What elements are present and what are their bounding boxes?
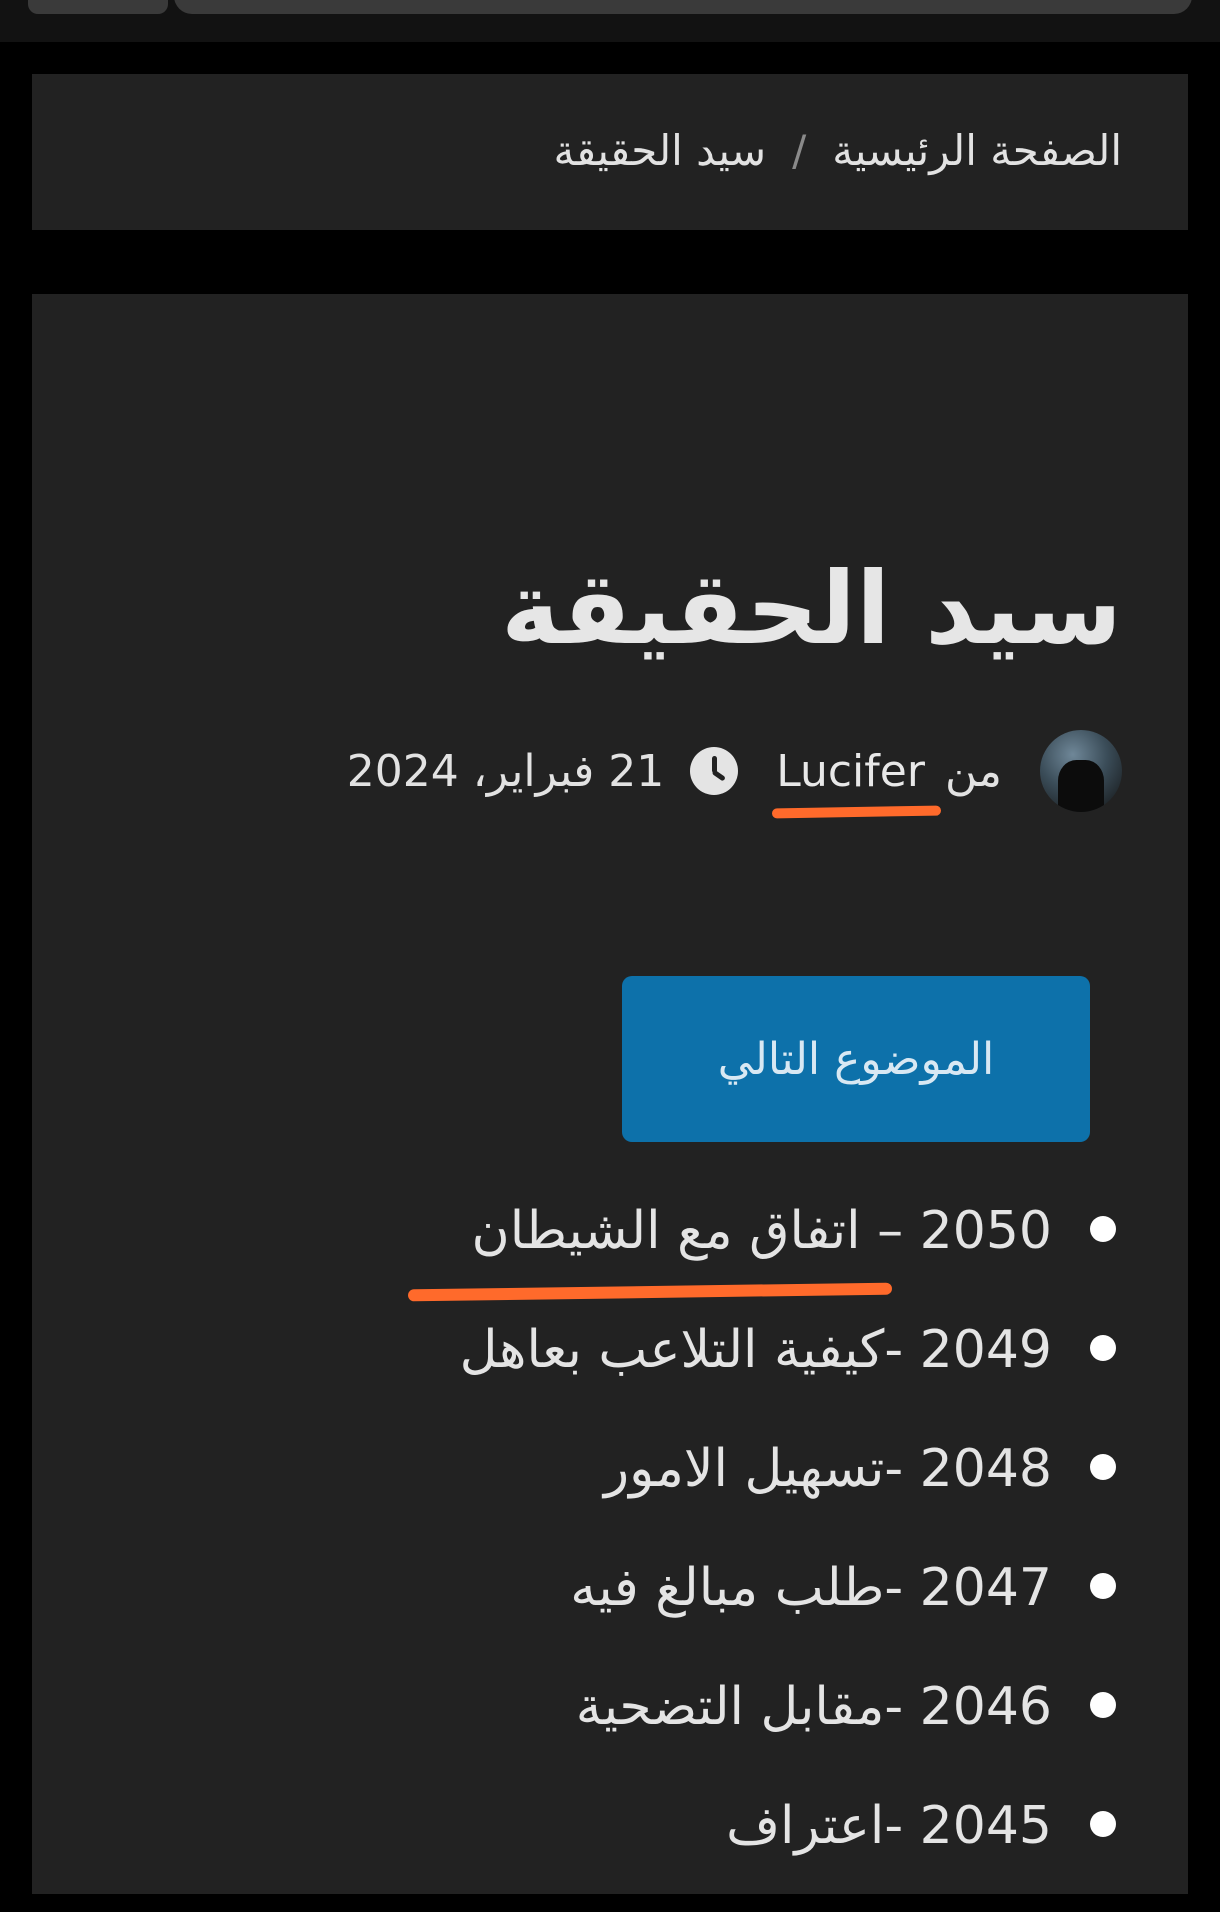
list-item: 2045 -اعتراف xyxy=(460,1793,1116,1912)
post-meta: من Lucifer 21 فبراير، 2024 xyxy=(346,730,1122,818)
post-date: 21 فبراير، 2024 xyxy=(346,745,665,797)
bullet-icon xyxy=(1090,1811,1116,1837)
topic-list: 2050 – اتفاق مع الشيطان 2049 -كيفية التل… xyxy=(407,1198,1116,1912)
topic-link-2047[interactable]: 2047 -طلب مبالغ فيه xyxy=(570,1555,1052,1621)
breadcrumb: الصفحة الرئيسية / سيد الحقيقة xyxy=(554,122,1122,180)
author-link[interactable]: Lucifer xyxy=(772,745,942,818)
post-content: سيد الحقيقة من Lucifer 21 فبراير، 2024 ا… xyxy=(32,294,1188,1894)
breadcrumb-home-link[interactable]: الصفحة الرئيسية xyxy=(832,126,1122,175)
bullet-icon xyxy=(1090,1454,1116,1480)
topic-link-2048[interactable]: 2048 -تسهيل الامور xyxy=(604,1436,1052,1502)
bullet-icon xyxy=(1090,1216,1116,1242)
topic-link-label: 2050 – اتفاق مع الشيطان xyxy=(471,1201,1052,1261)
bullet-icon xyxy=(1090,1335,1116,1361)
next-topic-button[interactable]: الموضوع التالي xyxy=(622,976,1090,1142)
search-bar[interactable] xyxy=(174,0,1192,14)
breadcrumb-container: الصفحة الرئيسية / سيد الحقيقة xyxy=(32,74,1188,230)
list-item: 2046 -مقابل التضحية xyxy=(460,1674,1116,1793)
page-title: سيد الحقيقة xyxy=(500,550,1122,667)
breadcrumb-separator: / xyxy=(792,126,807,175)
topic-link-2045[interactable]: 2045 -اعتراف xyxy=(726,1793,1052,1859)
list-item: 2049 -كيفية التلاعب بعاهل xyxy=(460,1317,1116,1436)
topic-link-2050[interactable]: 2050 – اتفاق مع الشيطان xyxy=(407,1198,1052,1302)
top-bar xyxy=(0,0,1220,42)
bullet-icon xyxy=(1090,1692,1116,1718)
topic-link-2049[interactable]: 2049 -كيفية التلاعب بعاهل xyxy=(460,1317,1052,1383)
clock-icon xyxy=(690,747,739,795)
list-item: 2048 -تسهيل الامور xyxy=(460,1436,1116,1555)
avatar[interactable] xyxy=(1040,730,1122,812)
topic-link-2046[interactable]: 2046 -مقابل التضحية xyxy=(576,1674,1052,1740)
top-bar-left-segment[interactable] xyxy=(28,0,168,14)
list-item: 2047 -طلب مبالغ فيه xyxy=(460,1555,1116,1674)
topic-highlight-annotation xyxy=(407,1282,893,1302)
author-highlight-annotation xyxy=(772,805,942,818)
bullet-icon xyxy=(1090,1573,1116,1599)
by-label: من xyxy=(944,745,1002,797)
breadcrumb-current: سيد الحقيقة xyxy=(553,126,767,175)
list-item: 2050 – اتفاق مع الشيطان xyxy=(407,1198,1116,1317)
avatar-figure xyxy=(1058,760,1104,812)
author-name: Lucifer xyxy=(776,745,925,797)
